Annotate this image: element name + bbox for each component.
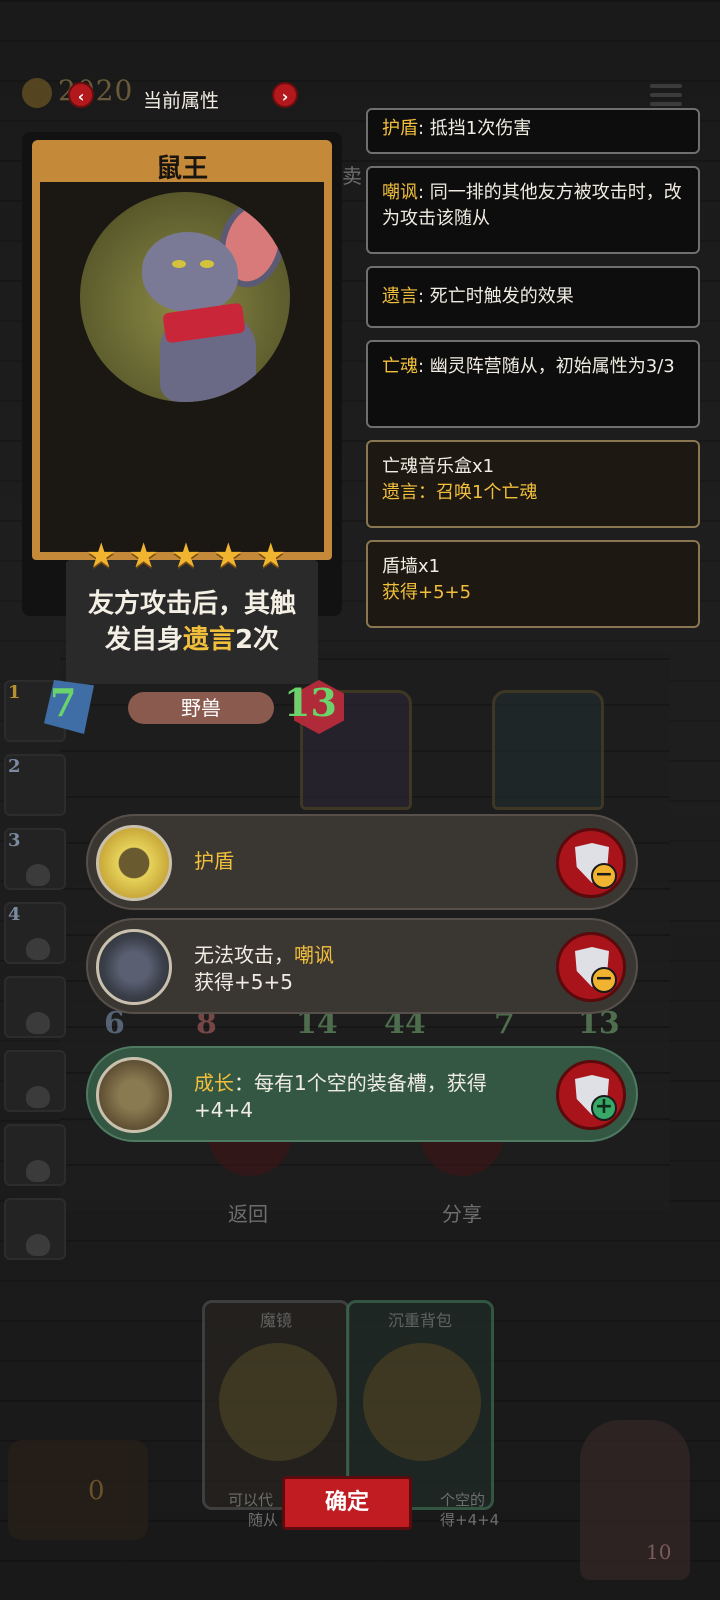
backpack-icon: [96, 1057, 172, 1133]
shop-card-title: 沉重背包: [387, 1311, 452, 1330]
slot-number: 3: [8, 830, 21, 851]
next-arrow-button[interactable]: ›: [272, 82, 298, 108]
team-slot[interactable]: [4, 1124, 66, 1186]
skull-icon: [26, 864, 50, 886]
star-rating: ★ ★ ★ ★ ★: [86, 538, 286, 574]
buff-text: 护盾: [194, 849, 234, 873]
shop-card-desc: 个空的 得+4+4: [440, 1491, 500, 1529]
card-portrait: [363, 1343, 481, 1461]
skull-icon: [26, 1234, 50, 1256]
page-title: 当前属性: [143, 90, 220, 112]
team-slot[interactable]: [4, 1050, 66, 1112]
slot-number: 2: [8, 756, 21, 777]
rat-eye: [172, 260, 186, 268]
team-slot[interactable]: 2: [4, 754, 66, 816]
hero-tribe: 野兽: [128, 692, 274, 724]
item-title: 盾墙x1: [382, 556, 441, 577]
chest[interactable]: 0: [8, 1440, 148, 1540]
team-slot-column: 1 2 3 4: [0, 680, 70, 1280]
star-icon: ★: [86, 536, 117, 576]
star-icon: ★: [255, 536, 286, 576]
remove-buff-button[interactable]: −: [556, 932, 626, 1002]
hero-ability-text: 友方攻击后，其触 发自身遗言2次: [87, 589, 296, 655]
team-slot[interactable]: [4, 1198, 66, 1260]
rat-eye: [200, 260, 214, 268]
star-icon: ★: [128, 536, 159, 576]
hero-name: 鼠王: [155, 154, 208, 184]
confirm-button[interactable]: 确定: [282, 1476, 412, 1530]
share-label: 分享: [442, 1202, 482, 1226]
shop-card-desc: 可以代 随从: [228, 1491, 279, 1529]
back-label: 返回: [228, 1202, 268, 1226]
keyword-tip-ghost: 亡魂: 幽灵阵营随从，初始属性为3/3: [366, 340, 700, 428]
minus-icon: −: [591, 863, 617, 889]
ability-keyword: 遗言: [182, 625, 235, 655]
buff-text: 成长：每有1个空的装备槽，获得 +4+4: [194, 1071, 487, 1122]
board-minion-card: [492, 690, 604, 810]
buff-row-taunt: 无法攻击，嘲讽 获得+5+5 −: [86, 918, 638, 1014]
hero-ability-box: 友方攻击后，其触 发自身遗言2次: [66, 560, 318, 684]
hero-attack: 7: [50, 680, 77, 725]
card-portrait: [219, 1343, 337, 1461]
item-tip-music-box: 亡魂音乐盒x1 遗言：召唤1个亡魂: [366, 440, 700, 528]
prev-arrow-button[interactable]: ‹: [68, 82, 94, 108]
hero-health: 13: [284, 680, 337, 725]
star-icon: ★: [170, 536, 202, 576]
keyword-tip-shield: 护盾: 抵挡1次伤害: [366, 108, 700, 154]
rat-king-portrait: [80, 192, 290, 402]
buff-row-growth: 成长：每有1个空的装备槽，获得 +4+4 +: [86, 1046, 638, 1142]
item-title: 亡魂音乐盒x1: [382, 456, 495, 477]
dim-text: 卖: [342, 164, 362, 188]
keyword-tip-deathrattle: 遗言: 死亡时触发的效果: [366, 266, 700, 328]
rat-head: [142, 232, 238, 312]
skull-icon: [26, 938, 50, 960]
slot-number: 4: [8, 904, 21, 925]
slot-number: 1: [8, 682, 21, 703]
item-effect: 遗言：召唤1个亡魂: [382, 482, 538, 503]
buff-text: 无法攻击，嘲讽 获得+5+5: [194, 943, 334, 994]
minus-icon: −: [591, 967, 617, 993]
hero-card: 鼠王 友方攻击后，其触 发自身遗言2次 ★ ★ ★ ★ ★ 7 野兽 13: [22, 132, 344, 734]
plus-icon: +: [591, 1095, 617, 1121]
team-slot[interactable]: 4: [4, 902, 66, 964]
add-buff-button[interactable]: +: [556, 1060, 626, 1130]
team-slot[interactable]: [4, 976, 66, 1038]
skull-icon: [26, 1160, 50, 1182]
skull-icon: [26, 1012, 50, 1034]
keyword-tip-taunt: 嘲讽: 同一排的其他友方被攻击时，改为攻击该随从: [366, 166, 700, 254]
skull-icon: [26, 1086, 50, 1108]
shop-card-title: 魔镜: [259, 1311, 292, 1330]
team-slot[interactable]: 3: [4, 828, 66, 890]
star-icon: ★: [213, 536, 244, 576]
shield-buff-icon: [96, 825, 172, 901]
remove-buff-button[interactable]: −: [556, 828, 626, 898]
menu-icon[interactable]: [650, 84, 682, 108]
item-effect: 获得+5+5: [382, 582, 472, 603]
buff-row-shield: 护盾 −: [86, 814, 638, 910]
chest-count: 0: [88, 1476, 105, 1506]
hero-stat-bar: 7 野兽 13: [32, 672, 344, 736]
player-lives: 10: [646, 1540, 672, 1564]
player-avatar: [580, 1420, 690, 1580]
coin-icon: [22, 78, 52, 108]
shield-wall-icon: [96, 929, 172, 1005]
item-tip-shield-wall: 盾墙x1 获得+5+5: [366, 540, 700, 628]
